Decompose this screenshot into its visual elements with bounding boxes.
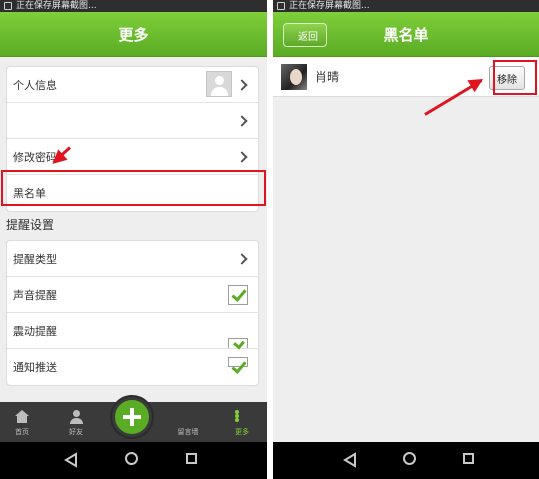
status-text: 正在保存屏幕截图... <box>16 1 97 11</box>
tab-label: 首页 <box>15 428 29 436</box>
menu-item-label: 声音提醒 <box>13 288 57 302</box>
title-bar: 返回 黑名单 <box>273 12 539 57</box>
tab-label: 更多 <box>235 428 249 436</box>
title-bar: 更多 <box>0 12 267 57</box>
left-phone-screen: 正在保存屏幕截图... 更多 个人信息 修改密码 黑名单 提醒设置 提醒类型 声… <box>0 0 267 479</box>
add-post-button[interactable] <box>112 397 152 437</box>
checkbox-checked-icon[interactable] <box>228 338 248 348</box>
page-title: 黑名单 <box>383 25 429 44</box>
blacklist-highlight-box <box>1 170 266 206</box>
menu-item-reminder-type[interactable]: 提醒类型 <box>7 241 258 277</box>
back-button-label: 返回 <box>298 31 318 43</box>
page-title: 更多 <box>118 25 149 44</box>
status-bar: 正在保存屏幕截图... <box>0 0 267 12</box>
chevron-right-icon <box>236 78 248 91</box>
nav-recents-icon[interactable] <box>186 453 197 464</box>
home-icon <box>15 410 29 424</box>
tab-label: 好友 <box>69 428 83 436</box>
remove-highlight-box <box>493 60 537 95</box>
back-button[interactable]: 返回 <box>283 23 327 47</box>
screenshot-icon <box>4 2 12 10</box>
status-bar: 正在保存屏幕截图... <box>273 0 539 12</box>
reminder-settings-group: 提醒类型 声音提醒 震动提醒 通知推送 <box>6 240 259 386</box>
tab-friends[interactable]: 好友 <box>56 402 96 442</box>
android-nav-bar <box>0 442 267 479</box>
menu-item-personal-info[interactable]: 个人信息 <box>7 67 258 103</box>
menu-item-label: 个人信息 <box>13 78 57 92</box>
nav-back-icon[interactable] <box>64 452 78 468</box>
menu-item-label: 提醒类型 <box>13 252 57 266</box>
section-title: 提醒设置 <box>6 218 55 232</box>
menu-item-blank[interactable] <box>7 103 258 139</box>
tab-home[interactable]: 首页 <box>2 402 42 442</box>
avatar-placeholder-icon <box>206 71 232 97</box>
nav-home-icon[interactable] <box>125 452 138 465</box>
nav-back-icon[interactable] <box>343 452 357 468</box>
checkbox-checked-icon[interactable] <box>228 284 248 305</box>
menu-item-label: 通知推送 <box>13 361 57 374</box>
grid-icon <box>181 410 195 424</box>
tab-label: 留言墙 <box>177 428 199 436</box>
chevron-right-icon <box>236 150 248 163</box>
menu-item-vibrate-alert[interactable]: 震动提醒 <box>7 313 258 349</box>
friends-icon <box>69 410 83 424</box>
menu-item-label: 震动提醒 <box>13 324 57 338</box>
menu-item-sound-alert[interactable]: 声音提醒 <box>7 277 258 313</box>
chevron-right-icon <box>236 252 248 265</box>
nav-recents-icon[interactable] <box>463 453 474 464</box>
tab-more[interactable]: 更多 <box>222 402 262 442</box>
tab-message-wall[interactable]: 留言墙 <box>168 402 208 442</box>
android-nav-bar <box>273 442 539 479</box>
checkbox-checked-icon[interactable] <box>228 357 248 367</box>
menu-item-push-notification[interactable]: 通知推送 <box>7 349 258 385</box>
avatar <box>281 63 307 90</box>
more-dots-icon <box>235 410 249 424</box>
right-phone-screen: 正在保存屏幕截图... 返回 黑名单 肖晴 移除 <box>273 0 539 479</box>
nav-home-icon[interactable] <box>403 452 416 465</box>
status-text: 正在保存屏幕截图... <box>289 1 370 11</box>
chevron-right-icon <box>236 114 248 127</box>
contact-name: 肖晴 <box>315 70 340 84</box>
screenshot-icon <box>277 2 285 10</box>
